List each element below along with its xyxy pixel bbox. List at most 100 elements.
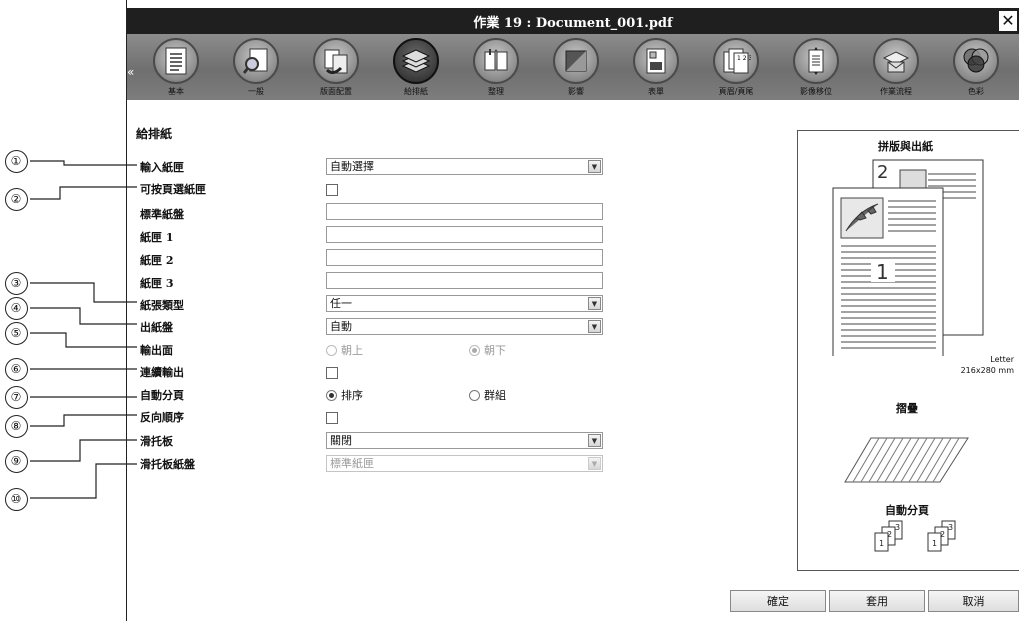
page-tray-label: 可按頁選紙匣: [140, 183, 206, 196]
window-title-bar: 作業 19 : Document_001.pdf ✕: [127, 8, 1019, 34]
input-tray-label: 輸入紙匣: [140, 161, 184, 174]
tab-label: 色彩: [968, 87, 984, 96]
page-tray-checkbox[interactable]: [326, 184, 338, 196]
ok-button[interactable]: 確定: [730, 590, 826, 612]
apply-button-label: 套用: [866, 595, 888, 608]
callout-7: ⑦: [1, 386, 31, 409]
slip-tray-label: 滑托板紙盤: [140, 458, 195, 471]
output-tray-value: 自動: [330, 320, 352, 333]
tray3-field[interactable]: [326, 272, 603, 289]
slip-sheet-label: 滑托板: [140, 435, 173, 448]
continuous-output-label: 連續輸出: [140, 366, 184, 379]
tab-header-footer[interactable]: 1 2 3 頁眉/頁尾: [701, 38, 771, 100]
fold-title: 摺疊: [896, 402, 918, 415]
callout-1: ①: [1, 150, 31, 173]
chevron-down-icon: ▼: [588, 160, 601, 173]
tab-image[interactable]: 影響: [541, 38, 611, 100]
category-toolbar: « 基本 一般 版面配置 給排紙 整理 影響 表單 1 2 3 頁眉/頁尾 影像…: [127, 34, 1019, 100]
paper-name: Letter: [990, 355, 1014, 364]
tab-finishing[interactable]: 整理: [461, 38, 531, 100]
slip-sheet-select[interactable]: 關閉 ▼: [326, 432, 603, 449]
tray1-field[interactable]: [326, 226, 603, 243]
tab-label: 作業流程: [880, 87, 912, 96]
tab-image-shift[interactable]: 影像移位: [781, 38, 851, 100]
tab-label: 基本: [168, 87, 184, 96]
cancel-button[interactable]: 取消: [928, 590, 1019, 612]
reverse-order-label: 反向順序: [140, 411, 184, 424]
tab-label: 版面配置: [320, 87, 352, 96]
header-footer-icon: 1 2 3: [713, 38, 759, 84]
output-face-label: 輸出面: [140, 344, 173, 357]
standard-tray-label: 標準紙盤: [140, 208, 184, 221]
callout-5: ⑤: [1, 322, 31, 345]
svg-text:2: 2: [887, 530, 892, 539]
callout-4: ④: [1, 297, 31, 320]
tab-general[interactable]: 一般: [221, 38, 291, 100]
collate-illustration: 3 2 1 3 2 1: [874, 520, 956, 552]
output-face-up-radio[interactable]: 朝上: [326, 342, 363, 358]
back-page-number: 2: [877, 162, 888, 183]
paper-type-select[interactable]: 任一 ▼: [326, 295, 603, 312]
svg-text:2: 2: [940, 530, 945, 539]
output-face-down-radio[interactable]: 朝下: [469, 342, 506, 358]
close-button[interactable]: ✕: [999, 11, 1017, 31]
tab-label: 影響: [568, 87, 584, 96]
preview-panel: 拼版與出紙 1 2 Letter 216x280 mm 摺疊 自動分頁 3 2 …: [797, 130, 1019, 571]
tab-paper-handling[interactable]: 給排紙: [381, 38, 451, 100]
tab-workflow[interactable]: 作業流程: [861, 38, 931, 100]
callout-3: ③: [1, 272, 31, 295]
ok-button-label: 確定: [767, 595, 789, 608]
collate-group-radio[interactable]: 群組: [469, 387, 506, 403]
color-circles-icon: [953, 38, 999, 84]
radio-label: 朝上: [341, 344, 363, 357]
form-overlay-icon: [633, 38, 679, 84]
tab-label: 給排紙: [404, 87, 428, 96]
scroll-left-icon[interactable]: «: [127, 65, 137, 79]
input-tray-select[interactable]: 自動選擇 ▼: [326, 158, 603, 175]
cancel-button-label: 取消: [962, 595, 985, 608]
tray2-label: 紙匣 2: [140, 254, 174, 267]
svg-text:1 2 3: 1 2 3: [737, 55, 751, 62]
svg-text:3: 3: [895, 523, 900, 532]
callout-6: ⑥: [1, 358, 31, 381]
svg-text:3: 3: [948, 523, 953, 532]
tab-forms[interactable]: 表單: [621, 38, 691, 100]
callout-2: ②: [1, 188, 31, 211]
document-icon: [153, 38, 199, 84]
section-title: 給排紙: [136, 127, 173, 141]
output-tray-label: 出紙盤: [140, 321, 173, 334]
chevron-down-icon: ▼: [588, 297, 601, 310]
workflow-icon: [873, 38, 919, 84]
slip-tray-select[interactable]: 標準紙匣 ▼: [326, 455, 603, 472]
tray2-field[interactable]: [326, 249, 603, 266]
callout-8: ⑧: [1, 415, 31, 438]
page-preview-illustration: 1 2: [832, 159, 984, 356]
paper-type-label: 紙張類型: [140, 299, 184, 312]
tab-label: 影像移位: [800, 87, 832, 96]
image-quality-icon: [553, 38, 599, 84]
slip-sheet-value: 關閉: [330, 434, 352, 447]
radio-selected-icon: [469, 344, 480, 356]
tab-page-layout[interactable]: 版面配置: [301, 38, 371, 100]
collate-sort-radio[interactable]: 排序: [326, 387, 363, 403]
svg-text:1: 1: [879, 539, 884, 548]
callout-10: ⑩: [1, 488, 31, 511]
radio-icon: [326, 344, 337, 356]
apply-button[interactable]: 套用: [829, 590, 925, 612]
front-page-number: 1: [876, 260, 889, 284]
tab-label: 一般: [248, 87, 264, 96]
tab-label: 表單: [648, 87, 664, 96]
tray1-label: 紙匣 1: [140, 231, 174, 244]
tab-color[interactable]: 色彩: [941, 38, 1011, 100]
paper-dimensions: 216x280 mm: [960, 366, 1014, 375]
tab-basic[interactable]: 基本: [141, 38, 211, 100]
standard-tray-field[interactable]: [326, 203, 603, 220]
reverse-order-checkbox[interactable]: [326, 412, 338, 424]
continuous-output-checkbox[interactable]: [326, 367, 338, 379]
input-tray-value: 自動選擇: [330, 160, 374, 173]
window-title: 作業 19 : Document_001.pdf: [473, 15, 673, 31]
output-tray-select[interactable]: 自動 ▼: [326, 318, 603, 335]
radio-icon: [469, 389, 480, 401]
tab-label: 整理: [488, 87, 504, 96]
radio-label: 群組: [484, 389, 506, 402]
